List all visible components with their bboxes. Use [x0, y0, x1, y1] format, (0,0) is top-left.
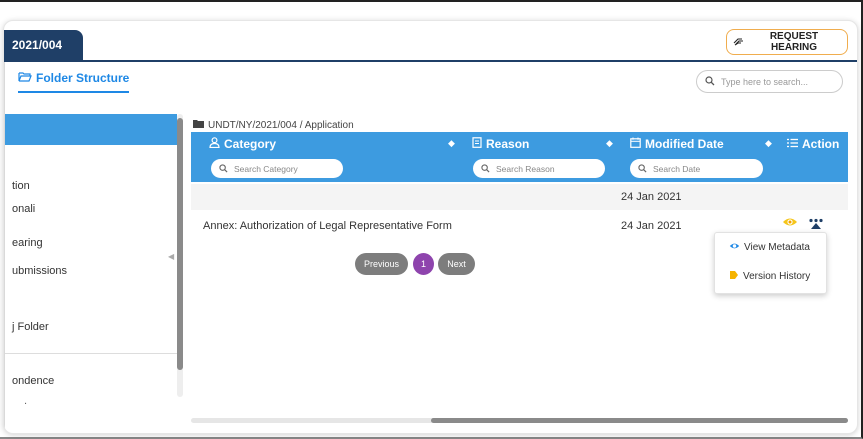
column-reason-label: Reason: [486, 137, 530, 151]
action-menu: View Metadata Version History: [714, 232, 827, 294]
document-icon: [472, 137, 482, 151]
tag-icon: [729, 270, 739, 283]
global-search: [696, 70, 843, 93]
eye-icon[interactable]: [782, 215, 798, 233]
eye-icon: [729, 242, 740, 253]
table-header: Category ◆ Reason ◆ Modified Date ◆ Acti…: [191, 132, 848, 182]
sort-icon[interactable]: ◆: [448, 138, 455, 149]
menu-version-history-label: Version History: [743, 271, 811, 282]
calendar-icon: [630, 137, 641, 151]
request-hearing-label: REQUEST HEARING: [769, 31, 819, 53]
sidebar-item-4[interactable]: ubmissions: [12, 265, 67, 277]
column-category-label: Category: [224, 137, 277, 151]
hand-icon: [733, 36, 744, 49]
cell-modified-date: 24 Jan 2021: [621, 220, 682, 232]
sidebar-item-active[interactable]: [5, 114, 177, 145]
menu-version-history[interactable]: Version History: [729, 270, 810, 283]
table-scrollbar-thumb[interactable]: [431, 418, 848, 423]
sidebar-item-5[interactable]: j Folder: [12, 321, 49, 333]
column-action: Action: [787, 137, 839, 151]
filter-date-input[interactable]: [651, 162, 745, 175]
column-modified-date-label: Modified Date: [645, 137, 724, 151]
search-icon: [219, 160, 228, 178]
filter-reason-input[interactable]: [494, 162, 588, 175]
sidebar-item-6[interactable]: ondence: [12, 375, 54, 387]
sort-icon[interactable]: ◆: [765, 138, 772, 149]
tab-folder-structure-label: Folder Structure: [36, 71, 130, 85]
sidebar-item-2[interactable]: onali: [12, 203, 35, 215]
sidebar: tion onali earing ubmissions j Folder on…: [5, 114, 177, 404]
menu-view-metadata[interactable]: View Metadata: [729, 242, 810, 253]
sidebar-divider: [5, 353, 177, 354]
folder-open-icon: [18, 71, 32, 85]
column-reason[interactable]: Reason: [472, 137, 529, 151]
case-tab[interactable]: 2021/004: [4, 30, 83, 60]
column-action-label: Action: [802, 137, 840, 151]
search-icon: [638, 160, 647, 178]
filter-category: [211, 159, 343, 178]
cell-category[interactable]: Annex: Authorization of Legal Representa…: [203, 220, 452, 232]
filter-date: [630, 159, 763, 178]
sidebar-item-1[interactable]: tion: [12, 180, 30, 192]
previous-button[interactable]: Previous: [355, 253, 408, 275]
pagination: Previous 1 Next: [355, 253, 475, 275]
cell-modified-date: 24 Jan 2021: [621, 191, 682, 203]
page-1-button[interactable]: 1: [413, 253, 434, 275]
request-hearing-button[interactable]: REQUEST HEARING: [726, 29, 848, 55]
breadcrumb: UNDT/NY/2021/004 / Application: [193, 119, 354, 131]
next-button[interactable]: Next: [438, 253, 475, 275]
filter-reason: [473, 159, 605, 178]
search-input[interactable]: [719, 75, 833, 88]
main-content: Folder Structure tion onali earing ubmis…: [4, 62, 857, 433]
breadcrumb-path: UNDT/NY/2021/004 / Application: [208, 119, 354, 131]
case-tab-label: 2021/004: [12, 38, 63, 52]
sidebar-scrollbar-thumb[interactable]: [177, 118, 183, 370]
column-modified-date[interactable]: Modified Date: [630, 137, 724, 151]
table-row[interactable]: [191, 184, 848, 210]
collapse-handle-icon[interactable]: ◀: [168, 252, 174, 261]
search-icon: [705, 73, 715, 91]
search-icon: [481, 160, 490, 178]
user-icon: [209, 137, 220, 151]
sidebar-item-3[interactable]: earing: [12, 237, 43, 249]
sort-icon[interactable]: ◆: [606, 138, 613, 149]
column-category[interactable]: Category: [209, 137, 276, 151]
tab-folder-structure[interactable]: Folder Structure: [18, 71, 130, 93]
menu-view-metadata-label: View Metadata: [744, 242, 810, 253]
filter-category-input[interactable]: [232, 162, 326, 175]
list-icon: [787, 137, 798, 151]
folder-icon: [193, 119, 204, 131]
case-window: 2021/004 REQUEST HEARING Folder Structur…: [3, 20, 858, 434]
sidebar-item-7[interactable]: ents: [12, 401, 33, 404]
